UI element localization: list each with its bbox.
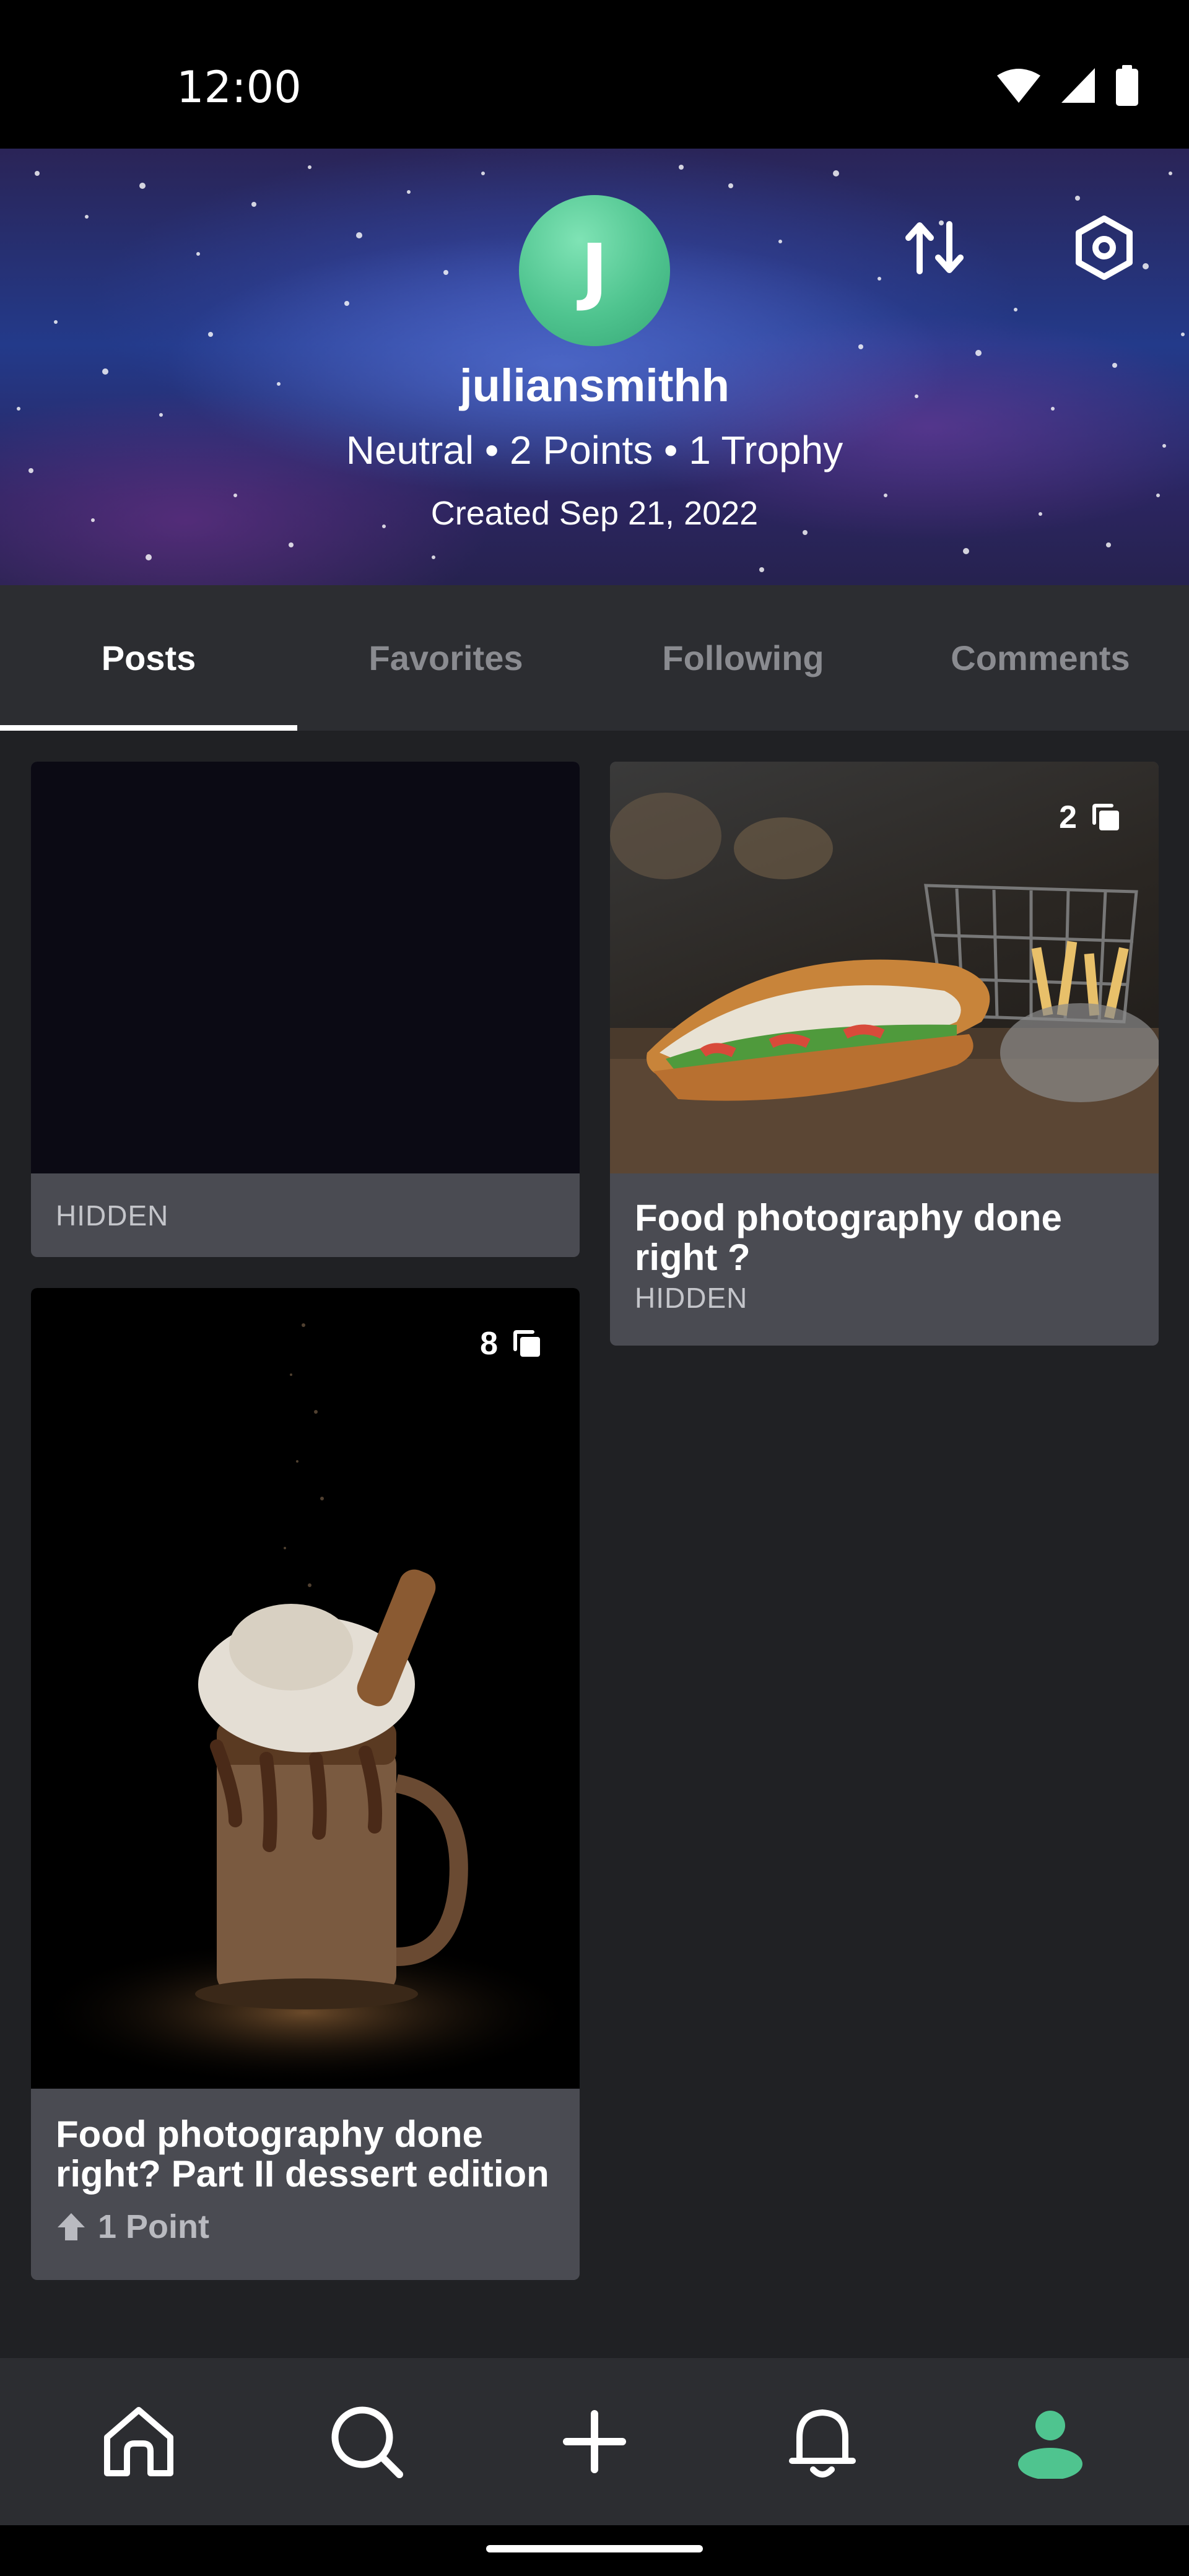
battery-icon — [1115, 64, 1139, 109]
media-count: 8 — [480, 1325, 542, 1362]
nav-notifications[interactable] — [760, 2380, 884, 2504]
post-card[interactable]: 2 Food photography done right ? HIDDEN — [610, 762, 1159, 1346]
post-status: HIDDEN — [635, 1282, 748, 1314]
avatar[interactable]: J — [519, 195, 670, 346]
tab-posts[interactable]: Posts — [0, 585, 297, 731]
post-image — [31, 762, 580, 1173]
wifi-icon — [996, 67, 1042, 107]
media-count-value: 8 — [480, 1326, 498, 1362]
settings-icon — [1076, 215, 1133, 280]
username: juliansmithh — [459, 360, 730, 411]
created-date: Created Sep 21, 2022 — [430, 495, 759, 532]
status-time: 12:00 — [176, 62, 302, 113]
settings-button[interactable] — [1064, 207, 1144, 288]
tab-comments[interactable]: Comments — [892, 585, 1189, 731]
points-value: 1 Point — [98, 2208, 210, 2245]
search-icon — [331, 2406, 403, 2478]
post-title: Food photography done right? Part II des… — [56, 2113, 549, 2195]
home-icon — [104, 2407, 173, 2476]
nav-home[interactable] — [77, 2380, 201, 2504]
sort-button[interactable] — [895, 207, 975, 288]
post-image: 2 — [610, 762, 1159, 1173]
media-count: 2 — [1059, 799, 1121, 836]
post-points: 1 Point — [56, 2208, 555, 2246]
status-icons — [996, 64, 1139, 109]
home-gesture-bar[interactable] — [486, 2545, 703, 2552]
gallery-icon — [513, 1330, 540, 1357]
profile-stats: Neutral • 2 Points • 1 Trophy — [346, 428, 843, 472]
bottom-navigation — [0, 2358, 1189, 2525]
nav-profile[interactable] — [988, 2380, 1112, 2504]
add-icon — [563, 2410, 626, 2473]
nav-search[interactable] — [305, 2380, 429, 2504]
sort-icon — [905, 221, 964, 274]
upvote-icon — [58, 2213, 85, 2240]
media-count-value: 2 — [1059, 799, 1077, 835]
profile-icon — [1018, 2411, 1082, 2479]
post-card[interactable]: HIDDEN — [31, 762, 580, 1257]
tab-favorites[interactable]: Favorites — [297, 585, 594, 731]
gallery-icon — [1092, 804, 1119, 830]
post-title: Food photography done right ? — [635, 1197, 1062, 1278]
post-image: 8 — [31, 1288, 580, 2089]
signal-icon — [1060, 67, 1096, 107]
profile-tabs: Posts Favorites Following Comments — [0, 585, 1189, 731]
nav-create[interactable] — [533, 2380, 656, 2504]
profile-header: J juliansmithh Neutral • 2 Points • 1 Tr… — [0, 149, 1189, 585]
post-status: HIDDEN — [56, 1199, 169, 1232]
notifications-icon — [789, 2409, 856, 2478]
status-bar: 12:00 — [0, 0, 1189, 149]
tab-following[interactable]: Following — [594, 585, 892, 731]
milkshake-photo — [33, 1323, 578, 2087]
post-card[interactable]: 8 Food photography done right? Part II d… — [31, 1288, 580, 2280]
